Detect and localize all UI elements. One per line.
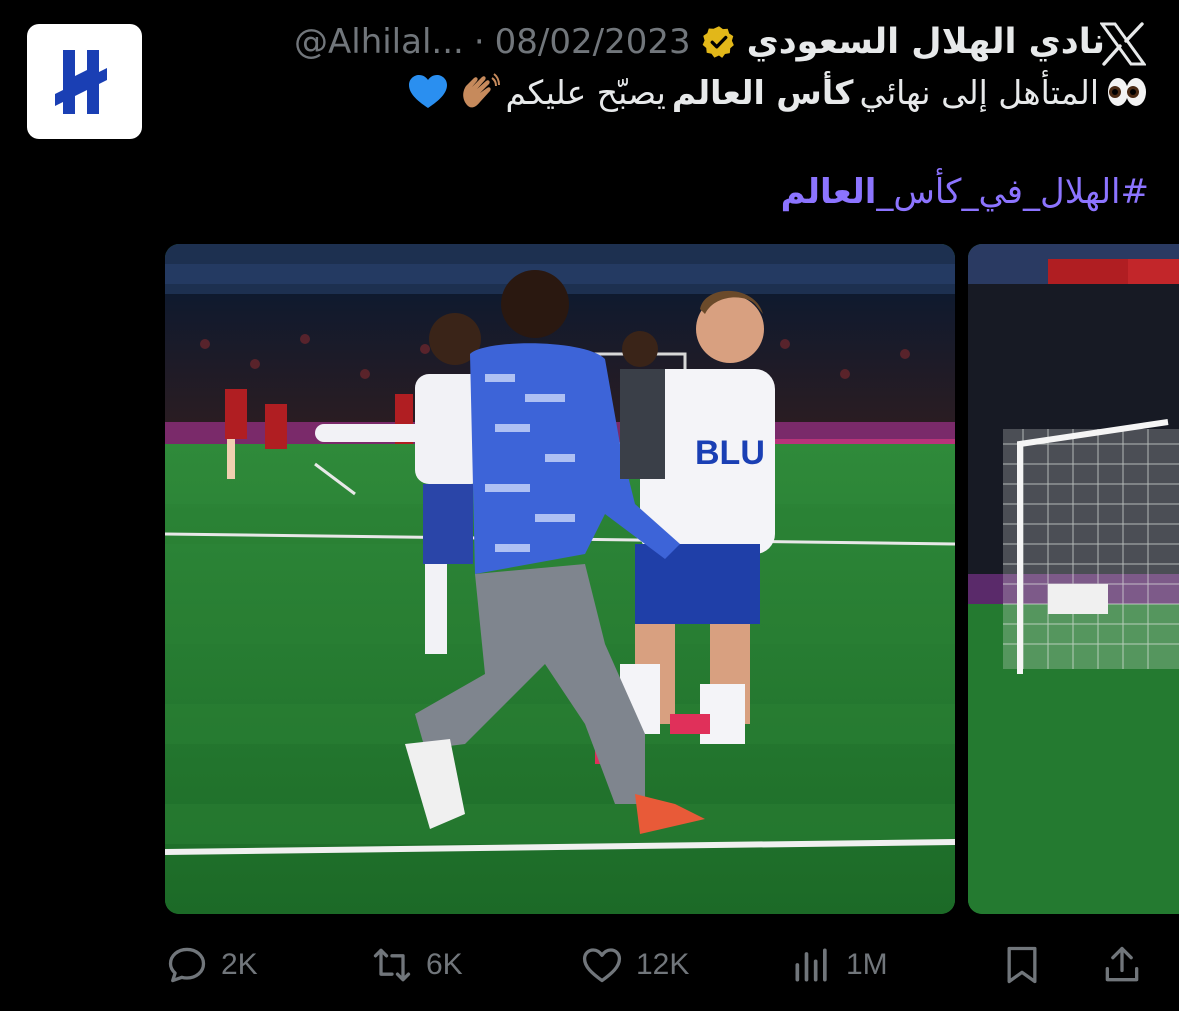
share-button[interactable]	[1100, 935, 1144, 995]
celebrating-players-photo[interactable]: BLU	[165, 244, 955, 914]
goal-net-photo[interactable]	[968, 244, 1179, 914]
display-name[interactable]: نادي الهلال السعودي	[747, 22, 1105, 62]
tweet-text: المتأهل إلى نهائي كأس العالم يصبّح عليكم	[406, 72, 1149, 112]
views-icon	[795, 948, 827, 982]
separator: ·	[473, 22, 485, 62]
eyes-icon	[1105, 72, 1149, 112]
waving-hand-icon	[456, 72, 500, 112]
handle[interactable]: @Alhilal...	[294, 22, 464, 62]
bookmark-icon	[1007, 946, 1037, 984]
reply-count: 2K	[221, 948, 258, 981]
repost-button[interactable]: 6K	[370, 935, 463, 995]
tweet-header: نادي الهلال السعودي @Alhilal... · 08/02/…	[165, 14, 1105, 70]
action-bar: 2K 6K 12K 1M	[165, 935, 1155, 995]
like-button[interactable]: 12K	[580, 935, 689, 995]
like-count: 12K	[636, 948, 690, 981]
tweet-card: نادي الهلال السعودي @Alhilal... · 08/02/…	[0, 0, 1179, 1011]
bookmark-button[interactable]	[1000, 935, 1044, 995]
blue-heart-icon	[406, 72, 450, 112]
alhilal-logo-icon	[54, 49, 107, 114]
tweet-text-part2: يصبّح عليكم	[505, 72, 666, 112]
verified-badge-icon	[701, 24, 737, 60]
reply-icon	[168, 947, 206, 983]
reply-button[interactable]: 2K	[165, 935, 258, 995]
hashtag-link[interactable]: #الهلال_في_كأس_العالم	[781, 172, 1149, 212]
tweet-text-part1: المتأهل إلى نهائي	[859, 72, 1099, 112]
tweet-meta: @Alhilal... · 08/02/2023	[294, 22, 691, 62]
tweet-text-bold: كأس العالم	[671, 72, 854, 112]
svg-text:BLU: BLU	[695, 434, 765, 472]
tweet-date[interactable]: 08/02/2023	[495, 22, 691, 62]
share-icon	[1105, 946, 1139, 982]
hashtag-bold: العالم	[780, 172, 877, 212]
views-count: 1M	[846, 948, 888, 981]
repost-icon	[373, 948, 411, 982]
heart-icon	[582, 948, 622, 983]
hashtag-prefix: #الهلال_في_كأس_	[876, 172, 1149, 212]
avatar[interactable]	[27, 24, 142, 139]
repost-count: 6K	[426, 948, 463, 981]
views-button[interactable]: 1M	[790, 935, 888, 995]
x-logo-icon[interactable]	[1100, 22, 1146, 66]
